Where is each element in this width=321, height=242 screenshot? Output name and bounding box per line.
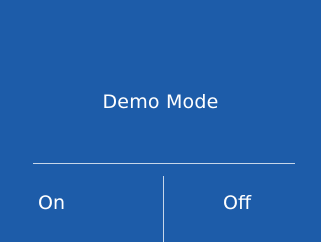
demo-mode-dialog: Demo Mode On Off [0, 0, 321, 242]
on-button[interactable]: On [0, 164, 163, 242]
off-button[interactable]: Off [164, 164, 321, 242]
dialog-title: Demo Mode [102, 91, 219, 113]
on-button-label: On [38, 192, 65, 214]
off-button-label: Off [223, 192, 252, 214]
